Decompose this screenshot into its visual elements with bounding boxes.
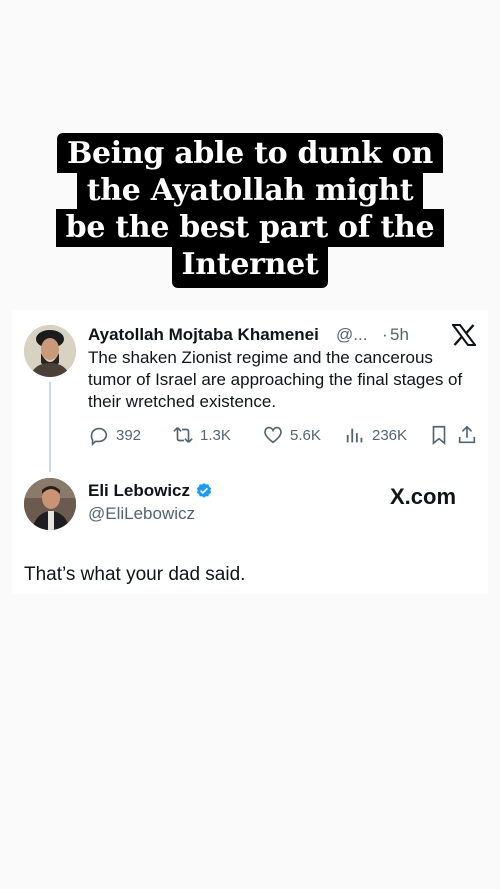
like-count: 5.6K [290, 426, 321, 444]
views-chart-icon [346, 428, 363, 443]
thread-line [49, 382, 51, 472]
meme-caption: Being able to dunk on the Ayatollah migh… [0, 133, 500, 288]
retweet-count: 1.3K [200, 426, 231, 444]
heart-icon [264, 426, 282, 444]
retweet-button[interactable]: 1.3K [172, 424, 231, 446]
x-com-brand: X.com [390, 484, 457, 509]
reply-author-name-text: Eli Lebowicz [88, 481, 191, 500]
author-handle[interactable]: @... [336, 325, 367, 345]
bookmark-icon [432, 425, 446, 446]
caption-line-4: Internet [171, 246, 329, 288]
reply-count: 392 [116, 426, 142, 444]
caption-line-1: Being able to dunk on [56, 133, 444, 173]
caption-line-3: be the best part of the [55, 209, 445, 247]
avatar[interactable] [24, 478, 76, 530]
share-icon [458, 425, 476, 444]
reply-author-name[interactable]: Eli Lebowicz [88, 481, 213, 501]
share-button[interactable] [456, 424, 478, 446]
author-name[interactable]: Ayatollah Mojtaba Khamenei [88, 325, 319, 345]
retweet-icon [173, 427, 193, 443]
bookmark-button[interactable] [428, 424, 450, 446]
reply-author-handle[interactable]: @EliLebowicz [88, 504, 195, 524]
views-count: 236K [372, 426, 408, 444]
verified-badge-icon [196, 483, 212, 498]
reply-text: That’s what your dad said. [24, 564, 246, 585]
reply-icon [90, 427, 108, 446]
tweet-card: Ayatollah Mojtaba Khamenei @... · 5h The… [12, 310, 488, 594]
like-button[interactable]: 5.6K [262, 424, 321, 446]
reply-button[interactable]: 392 [88, 424, 141, 446]
avatar[interactable] [24, 325, 76, 377]
caption-line-2: the Ayatollah might [76, 172, 424, 210]
separator-dot: · [382, 325, 388, 344]
tweet-text: The shaken Zionist regime and the cancer… [88, 348, 463, 411]
views-button[interactable]: 236K [344, 424, 407, 446]
tweet-time[interactable]: 5h [390, 325, 409, 345]
tweet-actions: 392 1.3K 5.6K 236K [88, 424, 478, 448]
